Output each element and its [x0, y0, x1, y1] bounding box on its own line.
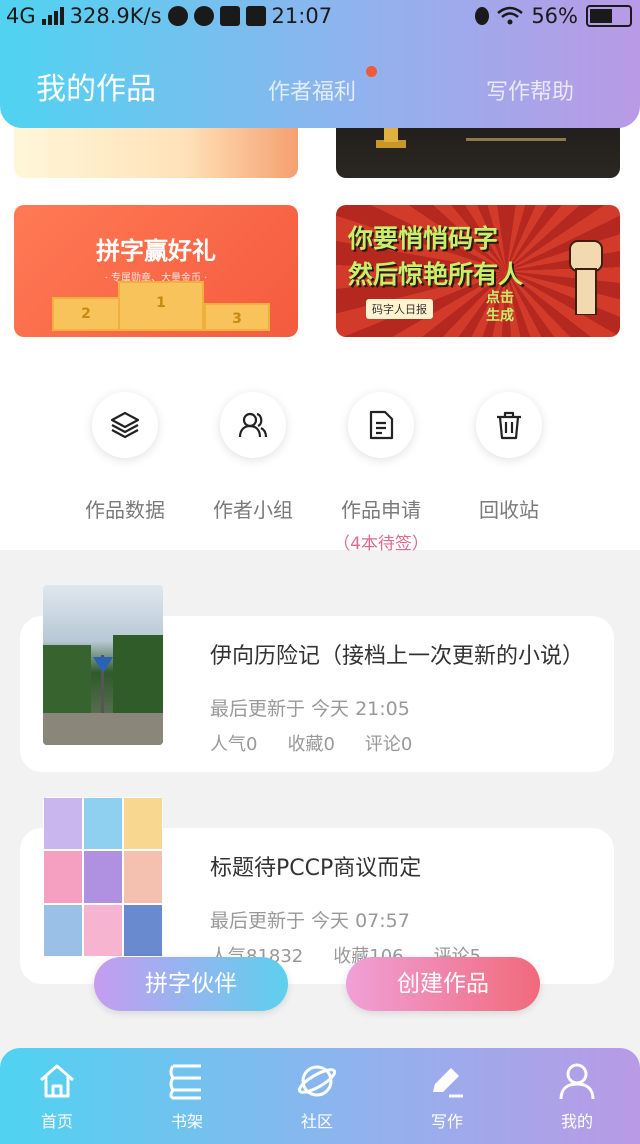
menu-label: 回收站 — [479, 498, 539, 522]
trash-icon — [476, 392, 542, 458]
image-notification-icon — [245, 6, 266, 26]
menu-author-group[interactable]: 作者小组 — [198, 392, 308, 523]
app-notification-icon — [219, 6, 240, 26]
work-updated: 最后更新于 今天 07:57 — [210, 910, 410, 932]
nav-community[interactable]: 社区 — [272, 1062, 362, 1132]
nav-label: 首页 — [40, 1112, 73, 1131]
work-cover-image[interactable] — [43, 797, 163, 957]
fist-icon — [569, 240, 603, 315]
menu-recycle-bin[interactable]: 回收站 — [454, 392, 564, 523]
bookshelf-icon — [169, 1064, 201, 1100]
popularity-count: 人气0 — [210, 734, 258, 755]
menu-label: 作品数据 — [85, 498, 165, 522]
clock: 21:07 — [271, 4, 333, 28]
banner-typing-prize[interactable]: 拼字赢好礼 · 专属勋章、大量金币 · 2 1 3 — [14, 205, 298, 337]
banner-daily-writing[interactable]: 你要悄悄码字 然后惊艳所有人 码字人日报 点击生成 — [336, 205, 620, 337]
planet-notification-icon — [167, 6, 188, 26]
network-speed: 328.9K/s — [69, 4, 162, 28]
comments-count: 评论0 — [364, 734, 413, 755]
home-icon — [40, 1064, 74, 1098]
menu-work-application[interactable]: 作品申请 （4本待签） — [326, 392, 436, 554]
header-tabs: 我的作品 作者福利 写作帮助 — [0, 58, 640, 114]
nav-mine[interactable]: 我的 — [532, 1062, 622, 1132]
nav-label: 社区 — [300, 1112, 333, 1131]
nav-bookshelf[interactable]: 书架 — [142, 1062, 232, 1132]
work-title[interactable]: 伊向历险记（接档上一次更新的小说） — [210, 638, 584, 670]
menu-label: 作者小组 — [213, 498, 293, 522]
signal-icon — [41, 7, 64, 25]
nav-label: 书架 — [170, 1112, 203, 1131]
user-icon — [559, 1063, 595, 1100]
banner-line1: 你要悄悄码字 — [348, 224, 499, 253]
typing-partner-button[interactable]: 拼字伙伴 — [94, 957, 288, 1011]
app-header: 4G 328.9K/s 21:07 56% 我的作品 作者福利 写作帮助 — [0, 0, 640, 128]
favorites-count: 收藏0 — [287, 734, 335, 755]
pen-icon — [433, 1068, 463, 1098]
network-type: 4G — [6, 4, 36, 28]
menu-label: 作品申请 — [341, 498, 421, 522]
tab-my-works[interactable]: 我的作品 — [36, 64, 156, 108]
podium-first: 1 — [118, 281, 204, 331]
work-title[interactable]: 标题待PCCP商议而定 — [210, 850, 421, 882]
notification-dot — [366, 66, 377, 77]
podium-third: 3 — [204, 303, 270, 331]
bottom-navigation: 首页 书架 社区 写作 我的 — [0, 1048, 640, 1144]
create-work-button[interactable]: 创建作品 — [346, 957, 540, 1011]
work-stats: 人气0 收藏0 评论0 — [210, 730, 412, 756]
document-icon — [348, 392, 414, 458]
podium-second: 2 — [52, 297, 120, 331]
nav-write[interactable]: 写作 — [402, 1062, 492, 1132]
work-cover-image[interactable] — [43, 585, 163, 745]
street-photo — [43, 635, 163, 745]
tab-author-benefits[interactable]: 作者福利 — [268, 74, 356, 106]
battery-icon — [586, 5, 632, 27]
banner-tag: 码字人日报 — [366, 299, 433, 319]
battery-percent: 56% — [531, 4, 578, 28]
page-content: 拼字赢好礼 · 专属勋章、大量金币 · 2 1 3 你要悄悄码字 然后惊艳所有人… — [0, 0, 640, 1144]
status-bar: 4G 328.9K/s 21:07 56% — [0, 0, 640, 34]
location-icon — [475, 7, 490, 25]
work-updated: 最后更新于 今天 21:05 — [210, 698, 410, 720]
group-icon — [220, 392, 286, 458]
banner-cta: 点击生成 — [486, 290, 514, 324]
nav-label: 写作 — [430, 1112, 463, 1131]
banner-line2: 然后惊艳所有人 — [348, 260, 524, 289]
layers-icon — [92, 392, 158, 458]
nav-home[interactable]: 首页 — [12, 1062, 102, 1132]
tab-writing-help[interactable]: 写作帮助 — [486, 74, 574, 106]
menu-work-data[interactable]: 作品数据 — [70, 392, 180, 523]
nav-label: 我的 — [560, 1112, 593, 1131]
anime-collage — [43, 797, 163, 957]
wifi-icon — [497, 6, 524, 25]
pending-count: （4本待签） — [333, 534, 429, 554]
planet-icon — [297, 1065, 337, 1097]
banner-title: 拼字赢好礼 — [96, 237, 216, 265]
cloud-notification-icon — [193, 6, 214, 26]
